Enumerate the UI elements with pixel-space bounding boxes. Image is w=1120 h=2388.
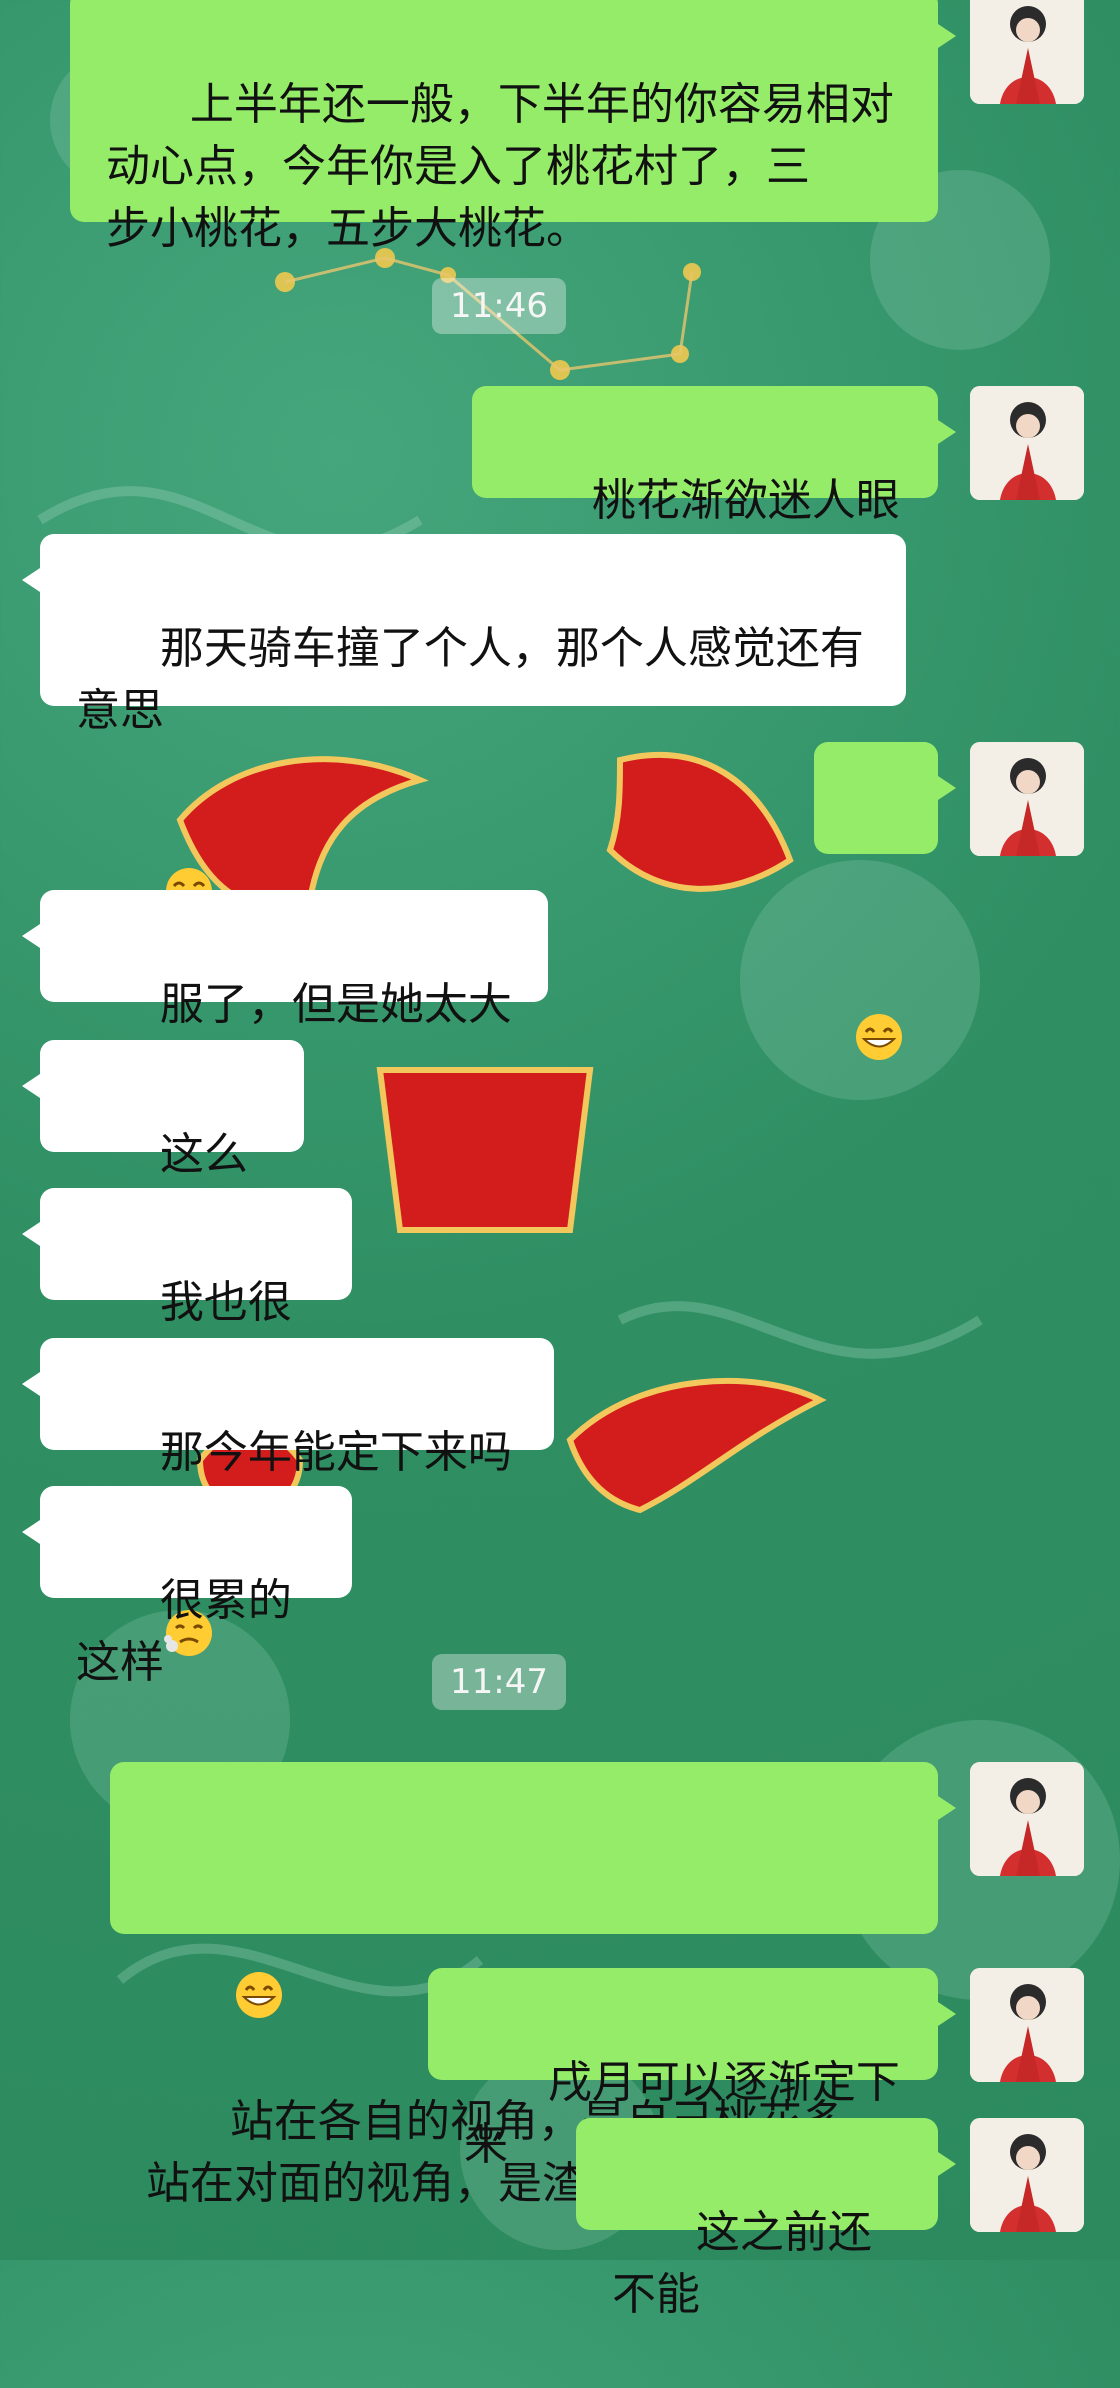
avatar[interactable] (970, 742, 1084, 856)
avatar-image (970, 2118, 1084, 2232)
message-text: 桃花渐欲迷人眼 (591, 475, 900, 526)
avatar-image (970, 386, 1084, 500)
avatar[interactable] (970, 2118, 1084, 2232)
message-bubble[interactable]: 这么一想 (22, 1040, 304, 1242)
timestamp-text: 11:47 (450, 1662, 548, 1702)
message-bubble[interactable]: 这之前还不能 (576, 2118, 956, 2320)
avatar[interactable] (970, 1968, 1084, 2082)
avatar-image (970, 1968, 1084, 2082)
timestamp: 11:47 (432, 1654, 566, 1710)
avatar[interactable] (970, 1762, 1084, 1876)
grinning-face-icon (234, 1846, 284, 2018)
message-bubble[interactable] (814, 742, 956, 1060)
message-text: 这之前还不能 (612, 2207, 872, 2320)
message-bubble[interactable]: 那今年能定下来吗 (22, 1338, 554, 1656)
message-text: 那今年能定下来吗 (159, 1427, 512, 1478)
grinning-face-icon (854, 888, 904, 1060)
timestamp: 11:46 (432, 278, 566, 334)
message-bubble[interactable]: 桃花渐欲迷人眼 (472, 386, 956, 704)
message-text: 那天骑车撞了个人，那个人感觉还有 意思 (76, 623, 864, 736)
message-bubble[interactable]: 戌月可以逐渐定下来 (428, 1968, 956, 2170)
crying-laugh-icon (164, 742, 214, 914)
avatar-image (970, 0, 1084, 104)
chat-screen: 上半年还一般，下半年的你容易相对 动心点，今年你是入了桃花村了，三 步小桃花，五… (0, 0, 1120, 2320)
message-bubble[interactable]: 上半年还一般，下半年的你容易相对 动心点，今年你是入了桃花村了，三 步小桃花，五… (70, 0, 956, 254)
avatar[interactable] (970, 0, 1084, 104)
message-bubble[interactable]: 服了，但是她太大了 (22, 890, 548, 1092)
avatar-image (970, 742, 1084, 856)
avatar-image (970, 1762, 1084, 1876)
message-text: 很累的这样 (76, 1575, 292, 1688)
message-bubble[interactable]: 那天骑车撞了个人，那个人感觉还有 意思 (22, 534, 906, 914)
avatar[interactable] (970, 386, 1084, 500)
message-text: 上半年还一般，下半年的你容易相对 动心点，今年你是入了桃花村了，三 步小桃花，五… (106, 79, 894, 254)
timestamp-text: 11:46 (450, 286, 548, 326)
message-bubble[interactable]: 我也很渣啊 (22, 1188, 352, 1390)
message-bubble[interactable]: 很累的这样 (22, 1486, 352, 1688)
message-bubble[interactable]: 站在各自的视角，是自己桃花多， 站在对面的视角，是渣。 (110, 1762, 956, 2209)
